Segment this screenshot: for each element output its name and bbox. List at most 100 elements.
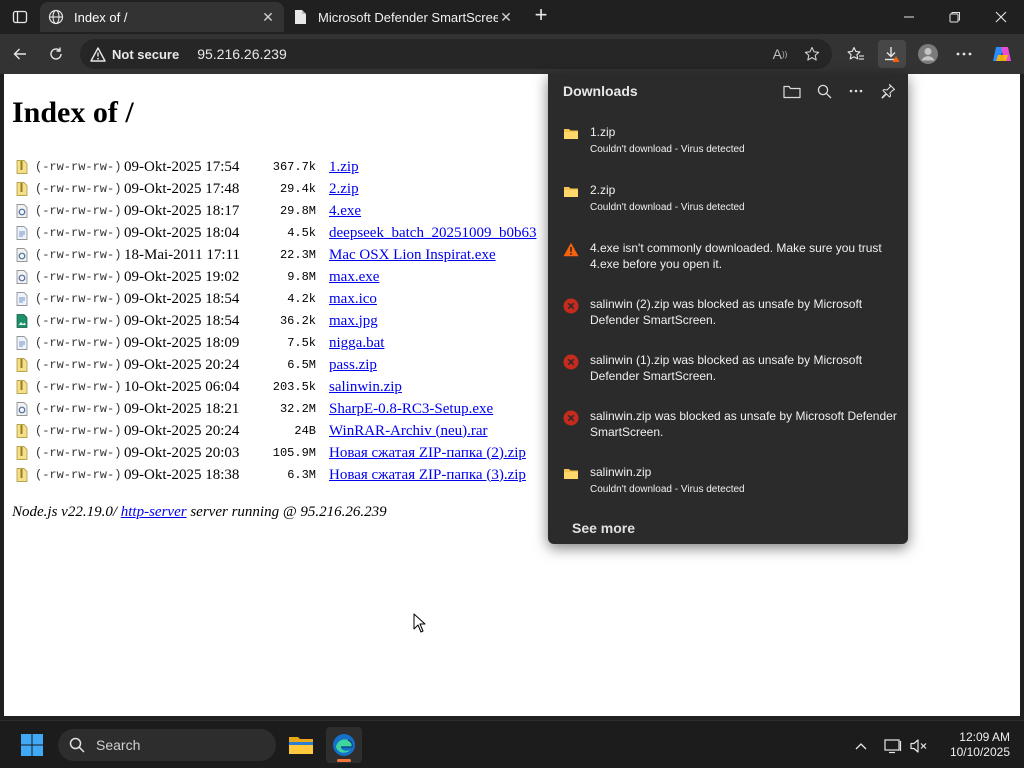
mouse-cursor-icon bbox=[413, 613, 427, 638]
back-arrow-icon bbox=[13, 48, 26, 60]
file-row: (-rw-rw-rw-) 09-Okt-2025 20:03 105.9M Но… bbox=[16, 442, 536, 464]
more-options-button[interactable] bbox=[845, 80, 867, 102]
more-dots-icon bbox=[849, 89, 863, 93]
refresh-button[interactable] bbox=[42, 40, 70, 68]
url-text[interactable]: 95.216.26.239 bbox=[197, 46, 287, 62]
folder-icon bbox=[563, 126, 579, 142]
pin-panel-button[interactable] bbox=[877, 80, 899, 102]
file-link[interactable]: deepseek_batch_20251009_b0b63 bbox=[329, 225, 536, 242]
profile-button[interactable] bbox=[914, 40, 942, 68]
http-server-link[interactable]: http-server bbox=[121, 504, 187, 520]
open-folder-button[interactable] bbox=[781, 80, 803, 102]
read-aloud-icon[interactable]: A)) bbox=[768, 42, 792, 66]
copilot-button[interactable] bbox=[988, 40, 1016, 68]
edge-browser-button[interactable] bbox=[326, 727, 362, 763]
tab-actions-button[interactable] bbox=[6, 4, 34, 30]
file-link[interactable]: Новая сжатая ZIP-папка (2).zip bbox=[329, 445, 526, 462]
system-clock[interactable]: 12:09 AM 10/10/2025 bbox=[940, 730, 1010, 760]
text-file-icon bbox=[16, 226, 28, 240]
file-permissions: (-rw-rw-rw-) bbox=[35, 226, 122, 240]
taskbar-search[interactable]: Search bbox=[58, 729, 276, 761]
file-link[interactable]: max.ico bbox=[329, 291, 377, 308]
file-link[interactable]: SharpE-0.8-RC3-Setup.exe bbox=[329, 401, 493, 418]
file-link[interactable]: salinwin.zip bbox=[329, 379, 402, 396]
tab-index[interactable]: Index of / ✕ bbox=[40, 2, 284, 32]
file-size: 4.5k bbox=[287, 226, 316, 240]
file-date: 18-Mai-2011 17:11 bbox=[124, 246, 240, 263]
volume-muted-icon[interactable] bbox=[908, 735, 930, 757]
file-permissions: (-rw-rw-rw-) bbox=[35, 248, 122, 262]
new-tab-button[interactable]: + bbox=[530, 4, 552, 28]
favorites-icon bbox=[847, 46, 864, 60]
file-explorer-button[interactable] bbox=[283, 727, 319, 763]
see-more-link[interactable]: See more bbox=[572, 520, 635, 536]
file-date: 09-Okt-2025 18:17 bbox=[124, 202, 240, 219]
restore-button[interactable] bbox=[932, 0, 978, 34]
file-link[interactable]: max.jpg bbox=[329, 313, 378, 330]
file-size: 24B bbox=[294, 424, 316, 438]
download-message: salinwin (1).zip was blocked as unsafe b… bbox=[590, 353, 863, 383]
windows-start-icon[interactable] bbox=[20, 733, 44, 757]
file-link[interactable]: Новая сжатая ZIP-папка (3).zip bbox=[329, 467, 526, 484]
pin-icon bbox=[881, 83, 896, 99]
tab-smartscreen[interactable]: Microsoft Defender SmartScreen ✕ bbox=[284, 2, 522, 32]
download-message: 4.exe isn't commonly downloaded. Make su… bbox=[590, 241, 882, 271]
file-permissions: (-rw-rw-rw-) bbox=[35, 468, 122, 482]
file-permissions: (-rw-rw-rw-) bbox=[35, 292, 122, 306]
file-link[interactable]: nigga.bat bbox=[329, 335, 384, 352]
file-size: 36.2k bbox=[279, 314, 316, 328]
back-button[interactable] bbox=[6, 40, 34, 68]
server-footer: Node.js v22.19.0/ http-server server run… bbox=[12, 504, 387, 521]
zip-file-icon bbox=[16, 468, 28, 482]
search-icon bbox=[68, 736, 86, 754]
file-date: 09-Okt-2025 18:21 bbox=[124, 400, 240, 417]
file-size: 203.5k bbox=[272, 380, 316, 394]
settings-menu-button[interactable] bbox=[950, 40, 978, 68]
file-row: (-rw-rw-rw-) 10-Okt-2025 06:04 203.5k sa… bbox=[16, 376, 536, 398]
security-label[interactable]: Not secure bbox=[112, 47, 179, 62]
minimize-button[interactable] bbox=[886, 0, 932, 34]
file-link[interactable]: pass.zip bbox=[329, 357, 377, 374]
downloads-header: Downloads bbox=[548, 74, 908, 108]
address-bar[interactable]: Not secure 95.216.26.239 A)) bbox=[80, 39, 832, 69]
file-size: 4.2k bbox=[287, 292, 316, 306]
exe-file-icon bbox=[16, 248, 28, 262]
file-permissions: (-rw-rw-rw-) bbox=[35, 160, 122, 174]
file-link[interactable]: 1.zip bbox=[329, 159, 359, 176]
file-link[interactable]: 4.exe bbox=[329, 203, 361, 220]
favorites-button[interactable] bbox=[842, 40, 870, 68]
file-permissions: (-rw-rw-rw-) bbox=[35, 182, 122, 196]
close-window-button[interactable] bbox=[978, 0, 1024, 34]
file-date: 09-Okt-2025 18:38 bbox=[124, 466, 240, 483]
blocked-icon bbox=[563, 354, 579, 370]
file-link[interactable]: Mac OSX Lion Inspirat.exe bbox=[329, 247, 496, 264]
file-size: 22.3M bbox=[279, 248, 316, 262]
favorite-star-icon[interactable] bbox=[800, 42, 824, 66]
file-row: (-rw-rw-rw-) 09-Okt-2025 18:54 36.2k max… bbox=[16, 310, 536, 332]
tab-title: Index of / bbox=[74, 9, 128, 25]
file-permissions: (-rw-rw-rw-) bbox=[35, 402, 122, 416]
file-link[interactable]: 2.zip bbox=[329, 181, 359, 198]
file-date: 09-Okt-2025 20:24 bbox=[124, 422, 240, 439]
search-downloads-button[interactable] bbox=[813, 80, 835, 102]
file-link[interactable]: max.exe bbox=[329, 269, 379, 286]
show-hidden-icons-button[interactable] bbox=[850, 735, 872, 757]
file-size: 29.8M bbox=[279, 204, 316, 218]
downloads-button[interactable] bbox=[878, 40, 906, 68]
close-tab-icon[interactable]: ✕ bbox=[260, 9, 276, 25]
blocked-icon bbox=[563, 298, 579, 314]
download-filename: salinwin.zip bbox=[590, 465, 652, 479]
close-tab-icon[interactable]: ✕ bbox=[498, 9, 514, 25]
network-icon[interactable] bbox=[882, 735, 904, 757]
file-row: (-rw-rw-rw-) 09-Okt-2025 18:54 4.2k max.… bbox=[16, 288, 536, 310]
exe-file-icon bbox=[16, 270, 28, 284]
copilot-icon bbox=[993, 47, 1011, 61]
file-permissions: (-rw-rw-rw-) bbox=[35, 358, 122, 372]
file-date: 10-Okt-2025 06:04 bbox=[124, 378, 240, 395]
search-icon bbox=[817, 84, 831, 98]
not-secure-warning-icon[interactable] bbox=[90, 46, 106, 62]
file-row: (-rw-rw-rw-) 09-Okt-2025 18:21 32.2M Sha… bbox=[16, 398, 536, 420]
file-link[interactable]: WinRAR-Archiv (neu).rar bbox=[329, 423, 488, 440]
blocked-icon bbox=[563, 410, 579, 426]
page-icon bbox=[292, 9, 308, 25]
